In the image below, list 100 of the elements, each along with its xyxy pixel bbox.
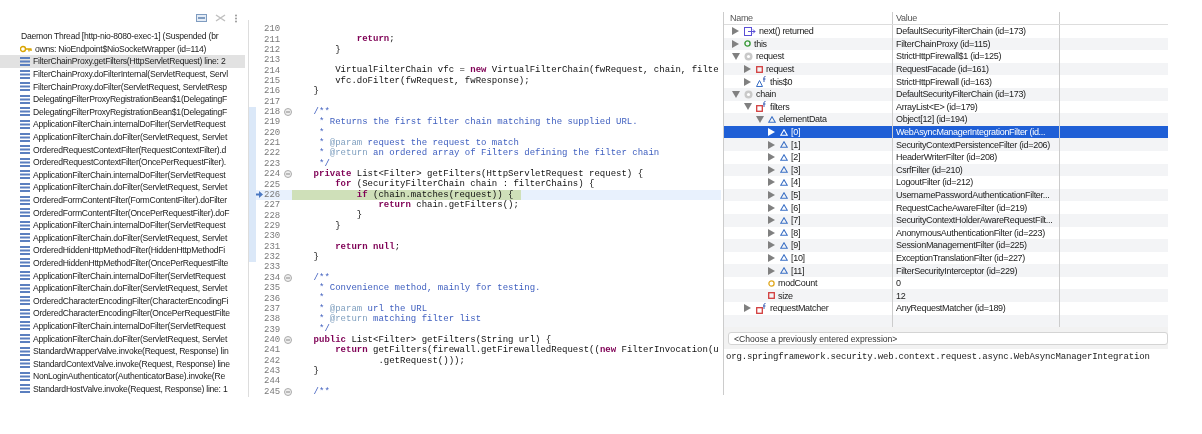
stack-frame[interactable]: ApplicationFilterChain.doFilter(ServletRequest, Servlet xyxy=(0,281,245,295)
variable-row[interactable]: [4] LogoutFilter (id=212) xyxy=(724,176,1168,189)
variable-row[interactable]: this FilterChainProxy (id=115) xyxy=(724,37,1168,51)
column-header[interactable]: Name xyxy=(724,12,893,24)
code-line: * @param url the URL xyxy=(318,303,429,314)
stack-frame[interactable]: StandardHostValve.invoke(Request, Response) line: 1 xyxy=(0,382,245,396)
stack-frame-icon xyxy=(20,296,30,306)
code-line: */ xyxy=(318,158,331,169)
variable-name: elementData xyxy=(779,114,827,125)
stack-frame[interactable]: StandardWrapperValve.invoke(Request, Response) lin xyxy=(0,344,245,358)
stack-frame[interactable]: ApplicationFilterChain.internalDoFilter(ServletRequest xyxy=(0,319,245,333)
stack-frame[interactable]: OrderedHiddenHttpMethodFilter(OncePerRequestFilte xyxy=(0,256,245,270)
stack-frame[interactable]: OrderedCharacterEncodingFilter(CharacterEncodingFi xyxy=(0,294,245,308)
line-number: 219 xyxy=(264,117,282,128)
stack-frame[interactable]: FilterChainProxy.doFilterInternal(ServletRequest, Servl xyxy=(0,67,245,81)
fold-icon[interactable] xyxy=(284,108,292,117)
line-number: 224 xyxy=(264,169,282,180)
stack-frame[interactable]: ApplicationFilterChain.internalDoFilter(ServletRequest xyxy=(0,218,245,232)
variable-row[interactable]: [7] SecurityContextHolderAwareRequestFilt... xyxy=(724,213,1168,227)
final-field-icon xyxy=(756,76,767,88)
stack-frame[interactable]: OrderedRequestContextFilter(RequestContextFilter).d xyxy=(0,143,245,156)
variable-value: AnonymousAuthenticationFilter (id=223) xyxy=(896,227,1045,238)
code-line: * xyxy=(318,293,326,304)
stack-frame[interactable]: OrderedFormContentFilter(OncePerRequestFilter).doF xyxy=(0,206,245,219)
line-number: 229 xyxy=(264,221,282,231)
stack-frame[interactable]: DelegatingFilterProxyRegistrationBean$1(DelegatingF xyxy=(0,92,245,106)
stack-frame[interactable]: OrderedCharacterEncodingFilter(OncePerRequestFilte xyxy=(0,307,245,320)
fold-icon[interactable] xyxy=(284,170,292,179)
stack-frame[interactable]: ApplicationFilterChain.doFilter(ServletRequest, Servlet xyxy=(0,130,245,144)
variable-value: FilterChainProxy (id=115) xyxy=(896,38,991,49)
stack-frame-icon xyxy=(20,334,30,344)
code-line: * xyxy=(318,127,326,138)
variable-row[interactable]: elementData Object[12] (id=194) xyxy=(724,113,1168,126)
line-number: 215 xyxy=(264,75,282,86)
variable-row[interactable]: [2] HeaderWriterFilter (id=208) xyxy=(724,150,1168,164)
current-line-icon xyxy=(256,191,263,199)
code-line: /** xyxy=(312,272,331,283)
stack-frame-icon xyxy=(20,69,30,79)
stack-frame[interactable]: StandardContextValve.invoke(Request, Response) line xyxy=(0,357,245,371)
line-number: 212 xyxy=(264,44,282,55)
variable-row[interactable]: [3] CsrfFilter (id=210) xyxy=(724,163,1168,177)
expression-field[interactable]: <Choose a previously entered expression> xyxy=(728,332,1168,346)
stack-frame-icon xyxy=(20,57,30,66)
variable-name: [11] xyxy=(791,265,805,276)
stack-frame-icon xyxy=(20,157,30,167)
stack-frame[interactable]: OrderedHiddenHttpMethodFilter(HiddenHttpMethodFi xyxy=(0,244,245,257)
variable-value: DefaultSecurityFilterChain (id=173) xyxy=(896,89,1026,100)
variable-name: request xyxy=(756,51,784,62)
variable-row[interactable]: [1] SecurityContextPersistenceFilter (id=206) xyxy=(724,138,1168,151)
stack-frame[interactable]: DelegatingFilterProxyRegistrationBean$1(DelegatingF xyxy=(0,105,245,119)
stack-frame[interactable]: FilterChainProxy.doFilter(ServletRequest, ServletResp xyxy=(0,80,245,93)
collapse-icon[interactable] xyxy=(196,14,207,22)
stack-frame[interactable]: NonLoginAuthenticator(AuthenticatorBase).invoke(Re xyxy=(0,370,245,383)
variable-row[interactable]: this$0 StrictHttpFirewall (id=163) xyxy=(724,75,1168,88)
code-line: vfc.doFilter(fwRequest, fwResponse); xyxy=(334,75,531,87)
variable-row[interactable]: size 12 xyxy=(724,289,1168,303)
variable-row[interactable]: chain DefaultSecurityFilterChain (id=173) xyxy=(724,87,1168,101)
variable-row[interactable]: requestMatcher AnyRequestMatcher (id=189) xyxy=(724,302,1168,315)
variable-row[interactable]: [6] RequestCacheAwareFilter (id=219) xyxy=(724,201,1168,214)
code-line: } xyxy=(312,251,320,263)
line-number: 214 xyxy=(264,65,282,76)
stack-frame[interactable]: ApplicationFilterChain.internalDoFilter(ServletRequest xyxy=(0,118,245,131)
stack-frame[interactable]: OrderedRequestContextFilter(OncePerRequestFilter). xyxy=(0,155,245,169)
variable-row[interactable]: [5] UsernamePasswordAuthenticationFilter... xyxy=(724,188,1168,202)
variable-row[interactable]: request RequestFacade (id=161) xyxy=(724,62,1168,76)
variable-row[interactable]: [11] FilterSecurityInterceptor (id=229) xyxy=(724,264,1168,277)
thread-label[interactable]: Daemon Thread [http-nio-8080-exec-1] (Suspended (br xyxy=(21,31,219,42)
stack-frame[interactable]: ApplicationFilterChain.doFilter(ServletRequest, Servlet xyxy=(0,181,245,194)
variable-value: FilterSecurityInterceptor (id=229) xyxy=(896,265,1018,276)
fold-icon[interactable] xyxy=(284,273,292,282)
variable-value: Object[12] (id=194) xyxy=(896,114,968,125)
code-line: * @param request the request to match xyxy=(318,137,520,148)
stack-frame[interactable]: OrderedFormContentFilter(FormContentFilter).doFilter xyxy=(0,193,245,207)
variable-row[interactable]: next() returned DefaultSecurityFilterChain (id=173) xyxy=(724,25,1168,38)
stack-frame-icon xyxy=(20,145,30,155)
line-number: 226 xyxy=(264,189,282,200)
stack-frame[interactable]: ApplicationFilterChain.internalDoFilter(ServletRequest xyxy=(0,168,245,182)
stack-frame-icon xyxy=(20,208,30,218)
stack-frame[interactable]: ApplicationFilterChain.doFilter(ServletRequest, Servlet xyxy=(0,231,245,245)
stack-frame[interactable]: ApplicationFilterChain.doFilter(ServletRequest, Servlet xyxy=(0,332,245,345)
key-icon xyxy=(20,44,32,53)
column-header[interactable]: Value xyxy=(893,12,1060,24)
variable-row[interactable]: request StrictHttpFirewall$1 (id=125) xyxy=(724,50,1168,63)
fold-icon[interactable] xyxy=(284,335,292,344)
stack-frame-icon xyxy=(20,245,30,255)
code-line: /** xyxy=(312,386,331,397)
code-line: * Returns the first filter chain matching the supplied URL. xyxy=(318,117,639,128)
stack-frame[interactable]: ApplicationFilterChain.internalDoFilter(ServletRequest xyxy=(0,269,245,282)
line-number: 232 xyxy=(264,252,282,263)
protected-field-icon xyxy=(768,279,775,287)
stack-frame-icon xyxy=(20,321,30,331)
code-line: private List<Filter> getFilters(HttpServletRequest request) { xyxy=(312,169,645,180)
fold-icon[interactable] xyxy=(284,387,292,396)
variable-row[interactable]: [9] SessionManagementFilter (id=225) xyxy=(724,239,1168,252)
monitor-label: owns: NioEndpoint$NioSocketWrapper (id=114) xyxy=(35,43,207,54)
variable-value: HeaderWriterFilter (id=208) xyxy=(896,152,998,163)
collapse-icon[interactable] xyxy=(732,53,740,60)
expand-icon[interactable] xyxy=(744,304,751,313)
line-number: 218 xyxy=(264,107,282,118)
stack-frame[interactable]: FilterChainProxy.getFilters(HttpServletRequest) line: 2 xyxy=(0,55,245,68)
